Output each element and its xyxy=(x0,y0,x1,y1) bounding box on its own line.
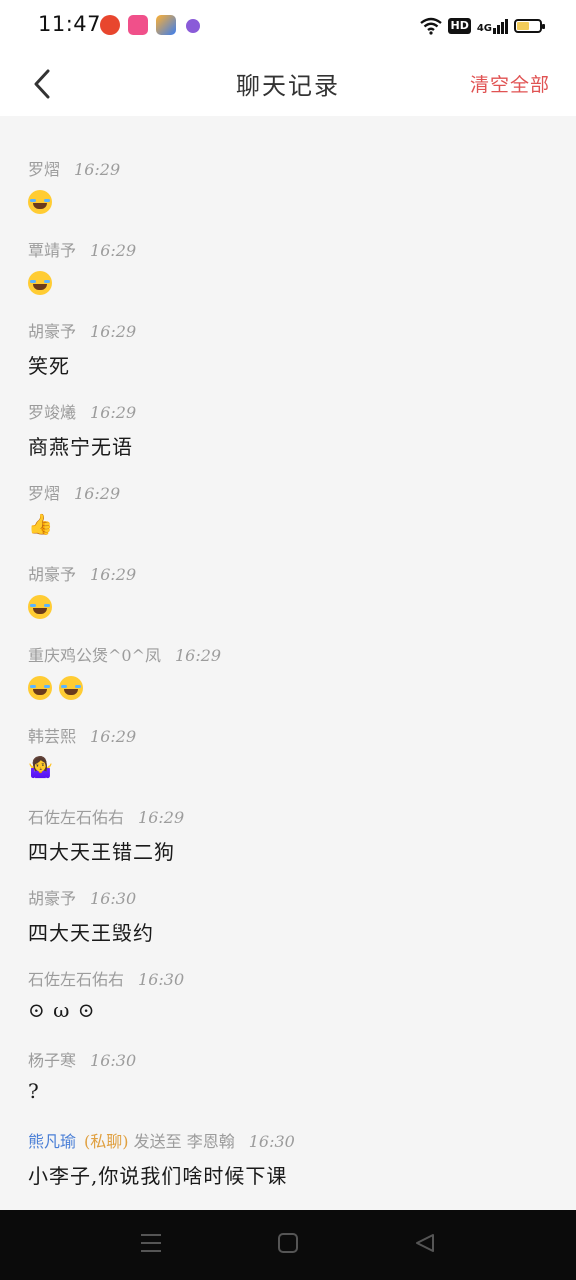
chat-message: 罗竣爔 16:29 商燕宁无语 xyxy=(28,389,548,470)
message-time: 16:30 xyxy=(248,1132,295,1151)
private-chat-message: 熊凡瑜 (私聊) 发送至 李恩翰 16:30 小李子,你说我们啥时候下课 xyxy=(28,1118,548,1199)
message-time: 16:30 xyxy=(138,970,185,989)
message-content: 笑死 xyxy=(28,354,70,378)
message-meta: 罗熠 16:29 xyxy=(28,156,120,180)
weibo-icon xyxy=(128,15,148,35)
home-button[interactable] xyxy=(277,1232,299,1258)
message-meta: 杨子寒 16:30 xyxy=(28,1047,136,1071)
laugh-emoji-icon xyxy=(28,270,52,295)
sender-name: 熊凡瑜 xyxy=(28,1132,77,1151)
message-time: 16:30 xyxy=(90,1051,137,1070)
message-meta: 熊凡瑜 (私聊) 发送至 李恩翰 16:30 xyxy=(28,1128,295,1152)
message-meta: 胡豪予 16:29 xyxy=(28,561,136,585)
chat-message: 胡豪予 16:30 四大天王毁约 xyxy=(28,875,548,956)
header-bar: 聊天记录 清空全部 xyxy=(0,52,576,116)
message-time: 16:29 xyxy=(90,241,137,260)
message-meta: 韩芸熙 16:29 xyxy=(28,723,136,747)
menu-button[interactable] xyxy=(140,1232,162,1258)
private-tag: (私聊) xyxy=(84,1132,129,1151)
sent-to-label: 发送至 xyxy=(133,1132,182,1151)
chat-message: 石佐左石佑右 16:29 四大天王错二狗 xyxy=(28,794,548,875)
chat-message: 罗熠 16:29 xyxy=(28,146,548,227)
message-content: ⊙ ω ⊙ xyxy=(28,998,96,1022)
chat-message: 胡豪予 16:29 xyxy=(28,551,548,632)
status-indicators: HD 4G xyxy=(420,14,545,38)
thumbs-up-emoji-icon: 👍 xyxy=(28,512,54,536)
sender-name: 韩芸熙 xyxy=(28,727,77,746)
app-icon xyxy=(186,19,200,33)
signal-icon: 4G xyxy=(476,18,508,34)
message-time: 16:29 xyxy=(138,808,185,827)
status-time: 11:47 xyxy=(38,12,102,36)
message-content xyxy=(28,269,52,295)
message-time: 16:29 xyxy=(175,646,222,665)
wifi-icon xyxy=(420,17,443,35)
shrug-emoji-icon: 🤷‍♀️ xyxy=(28,755,54,779)
sender-name: 罗竣爔 xyxy=(28,403,77,422)
message-content: 小李子,你说我们啥时候下课 xyxy=(28,1164,288,1188)
clear-all-button[interactable]: 清空全部 xyxy=(470,70,550,97)
app-icon xyxy=(156,15,176,35)
sender-name: 胡豪予 xyxy=(28,565,77,584)
sender-name: 石佐左石佑右 xyxy=(28,808,125,827)
sender-name: 罗熠 xyxy=(28,160,61,179)
message-content xyxy=(28,674,84,700)
status-bar: 11:47 HD 4G xyxy=(0,0,576,52)
laugh-emoji-icon xyxy=(28,675,52,700)
chat-history-list: 罗熠 16:29 覃靖予 16:29 胡豪予 16:29 笑死 罗竣爔 16:29 商燕… xyxy=(28,146,548,1199)
laugh-emoji-icon xyxy=(28,594,52,619)
sender-name: 罗熠 xyxy=(28,484,61,503)
battery-level xyxy=(517,22,529,30)
message-time: 16:29 xyxy=(74,160,121,179)
chat-message: 杨子寒 16:30 ? xyxy=(28,1037,548,1118)
sender-name: 覃靖予 xyxy=(28,241,77,260)
chat-message: 罗熠 16:29 👍 xyxy=(28,470,548,551)
message-content xyxy=(28,188,52,214)
chat-message: 胡豪予 16:29 笑死 xyxy=(28,308,548,389)
back-triangle-icon xyxy=(416,1234,434,1252)
menu-icon xyxy=(141,1234,161,1252)
sender-name: 胡豪予 xyxy=(28,322,77,341)
taobao-icon xyxy=(100,15,120,35)
message-meta: 罗竣爔 16:29 xyxy=(28,399,136,423)
message-time: 16:29 xyxy=(90,403,137,422)
laugh-emoji-icon xyxy=(28,189,52,214)
chat-message: 覃靖予 16:29 xyxy=(28,227,548,308)
network-type: 4G xyxy=(476,22,492,34)
message-meta: 覃靖予 16:29 xyxy=(28,237,136,261)
laugh-emoji-icon xyxy=(59,675,84,700)
home-icon xyxy=(278,1233,298,1253)
message-content: ? xyxy=(28,1079,40,1103)
battery-icon xyxy=(514,19,545,33)
message-meta: 石佐左石佑右 16:30 xyxy=(28,966,184,990)
chat-message: 石佐左石佑右 16:30 ⊙ ω ⊙ xyxy=(28,956,548,1037)
message-time: 16:29 xyxy=(90,727,137,746)
sender-name: 胡豪予 xyxy=(28,889,77,908)
sender-name: 杨子寒 xyxy=(28,1051,77,1070)
system-nav-bar xyxy=(0,1210,576,1280)
recipient-name: 李恩翰 xyxy=(186,1132,235,1151)
message-time: 16:29 xyxy=(90,565,137,584)
message-meta: 胡豪予 16:30 xyxy=(28,885,136,909)
message-time: 16:30 xyxy=(90,889,137,908)
message-content xyxy=(28,593,52,619)
back-nav-button[interactable] xyxy=(414,1232,436,1258)
sender-name: 石佐左石佑右 xyxy=(28,970,125,989)
message-meta: 胡豪予 16:29 xyxy=(28,318,136,342)
chat-message: 韩芸熙 16:29 🤷‍♀️ xyxy=(28,713,548,794)
message-content: 四大天王错二狗 xyxy=(28,840,175,864)
message-meta: 石佐左石佑右 16:29 xyxy=(28,804,184,828)
message-content: 四大天王毁约 xyxy=(28,921,154,945)
message-meta: 罗熠 16:29 xyxy=(28,480,120,504)
sender-name: 重庆鸡公煲^0^凤 xyxy=(28,646,161,665)
message-meta: 重庆鸡公煲^0^凤 16:29 xyxy=(28,642,221,666)
message-content: 商燕宁无语 xyxy=(28,435,133,459)
chat-message: 重庆鸡公煲^0^凤 16:29 xyxy=(28,632,548,713)
hd-badge: HD xyxy=(448,18,471,34)
message-time: 16:29 xyxy=(90,322,137,341)
message-time: 16:29 xyxy=(74,484,121,503)
